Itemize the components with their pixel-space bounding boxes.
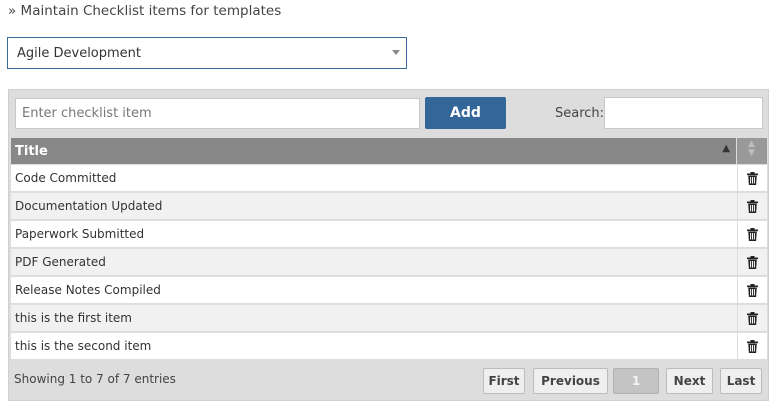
- previous-page-button[interactable]: Previous: [533, 368, 608, 394]
- page-1-button[interactable]: 1: [613, 368, 659, 394]
- checklist-item-title: Release Notes Compiled: [11, 277, 737, 303]
- template-select-value: Agile Development: [17, 45, 142, 61]
- delete-item-button[interactable]: [738, 305, 767, 331]
- sort-ascending-icon: ▲: [722, 143, 731, 154]
- next-page-button[interactable]: Next: [666, 368, 713, 394]
- sort-both-icon: ▲ ▼: [748, 139, 755, 158]
- checklist-item-input[interactable]: [15, 98, 420, 129]
- search-input[interactable]: [604, 97, 763, 129]
- page-title: » Maintain Checklist items for templates: [8, 3, 282, 19]
- trash-icon: [747, 171, 758, 185]
- table-body: Code Committed Documentation Updated Paper…: [11, 165, 767, 361]
- table-row: Release Notes Compiled: [11, 277, 767, 305]
- trash-icon: [747, 311, 758, 325]
- column-header-actions[interactable]: ▲ ▼: [737, 138, 767, 164]
- checklist-item-title: Code Committed: [11, 165, 737, 191]
- table-row: Documentation Updated: [11, 193, 767, 221]
- first-page-button[interactable]: First: [483, 368, 525, 394]
- table-row: this is the first item: [11, 305, 767, 333]
- checklist-panel: Add Search: Title ▲ ▲▼ Code CommittedDoc…: [8, 89, 769, 401]
- trash-icon: [747, 283, 758, 297]
- last-page-button[interactable]: Last: [720, 368, 762, 394]
- column-header-title-label: Title: [15, 143, 48, 159]
- table-info: Showing 1 to 7 of 7 entries: [14, 372, 176, 386]
- delete-item-button[interactable]: [738, 333, 767, 359]
- trash-icon: [747, 227, 758, 241]
- delete-item-button[interactable]: [738, 277, 767, 303]
- checklist-item-title: PDF Generated: [11, 249, 737, 275]
- delete-item-button[interactable]: [738, 249, 767, 275]
- delete-item-button[interactable]: [738, 165, 767, 191]
- add-button[interactable]: Add: [425, 97, 506, 129]
- trash-icon: [747, 199, 758, 213]
- delete-item-button[interactable]: [738, 193, 767, 219]
- trash-icon: [747, 339, 758, 353]
- column-header-title[interactable]: Title ▲: [11, 138, 737, 164]
- table-row: this is the second item: [11, 333, 767, 361]
- chevron-down-icon: [392, 50, 400, 55]
- template-select[interactable]: Agile Development: [7, 37, 407, 69]
- checklist-item-title: Paperwork Submitted: [11, 221, 737, 247]
- search-label: Search:: [555, 106, 605, 121]
- table-header: Title ▲ ▲ ▼: [11, 138, 767, 164]
- table-row: PDF Generated: [11, 249, 767, 277]
- delete-item-button[interactable]: [738, 221, 767, 247]
- table-row: Code Committed: [11, 165, 767, 193]
- table-row: Paperwork Submitted: [11, 221, 767, 249]
- checklist-item-title: Documentation Updated: [11, 193, 737, 219]
- trash-icon: [747, 255, 758, 269]
- checklist-item-title: this is the second item: [11, 333, 737, 359]
- checklist-item-title: this is the first item: [11, 305, 737, 331]
